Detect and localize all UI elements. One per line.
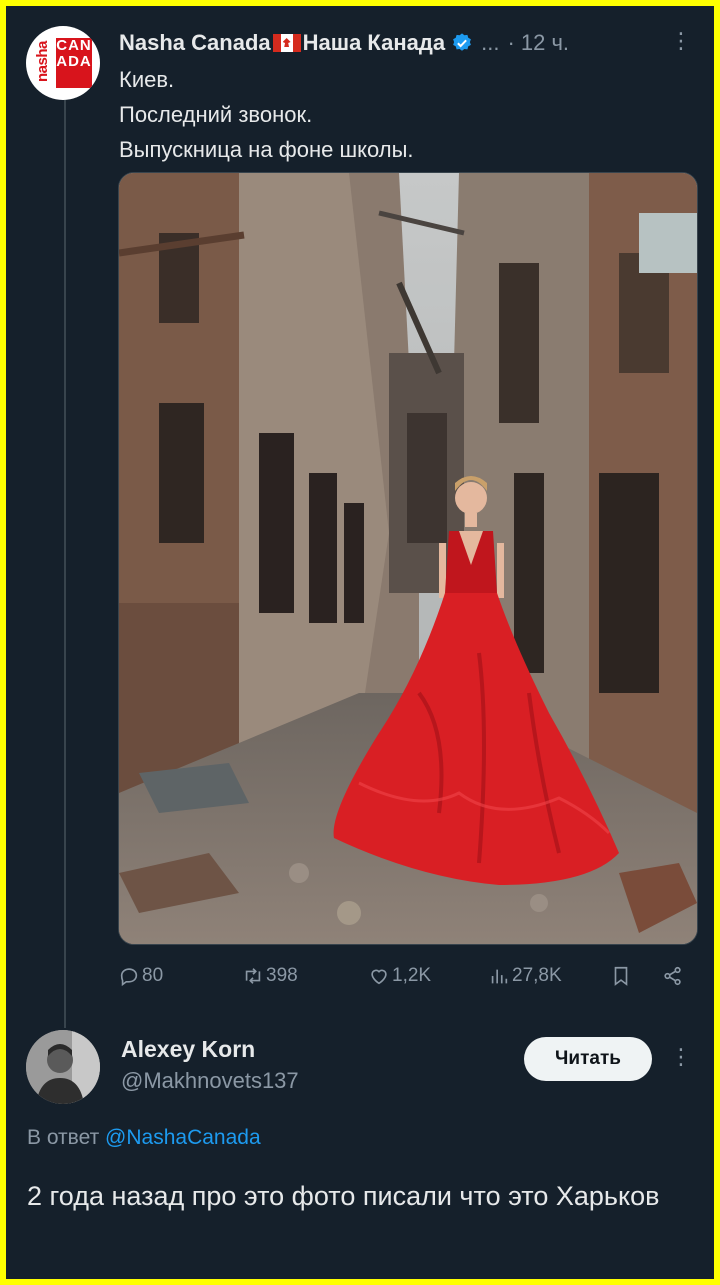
reply-author-handle[interactable]: @Makhnovets137	[121, 1068, 299, 1094]
bookmark-icon	[614, 966, 628, 986]
views-action[interactable]: 27,8K	[488, 961, 562, 991]
retweet-icon	[245, 968, 261, 984]
views-icon	[491, 969, 508, 984]
avatar-logo-text: CANADA	[56, 37, 92, 70]
replying-mention[interactable]: @NashaCanada	[105, 1126, 261, 1149]
share-action[interactable]	[662, 961, 686, 991]
reply-text: 2 года назад про это фото писали что это…	[27, 1181, 660, 1211]
author-avatar[interactable]: nasha CANADA	[26, 26, 100, 100]
more-icon[interactable]: ⋮	[666, 28, 696, 58]
replying-to: В ответ @NashaCanada	[27, 1126, 261, 1150]
like-action[interactable]: 1,2K	[368, 961, 431, 991]
tweet-text: Киев. Последний звонок. Выпускница на фо…	[119, 62, 414, 167]
reply-count: 80	[142, 965, 164, 986]
share-icon	[664, 966, 681, 986]
views-count: 27,8K	[512, 965, 562, 986]
tweet-time[interactable]: · 12 ч.	[507, 30, 569, 56]
canada-flag-icon	[272, 34, 301, 52]
more-icon[interactable]: ⋮	[666, 1044, 696, 1074]
tweet-line: Последний звонок.	[119, 102, 313, 127]
reply-icon	[120, 968, 138, 987]
tweet-photo[interactable]	[118, 172, 698, 945]
replying-prefix: В ответ	[27, 1126, 100, 1149]
author-name[interactable]: Nasha Canada	[119, 30, 271, 56]
thread-line	[64, 98, 66, 1028]
like-icon	[371, 969, 387, 985]
author-name-ru[interactable]: Наша Канада	[303, 30, 445, 56]
avatar-logo-side: nasha	[34, 41, 51, 82]
retweet-action[interactable]: 398	[242, 961, 298, 991]
follow-button[interactable]: Читать	[524, 1037, 652, 1081]
tweet-line: Киев.	[119, 67, 175, 92]
screenshot-frame: nasha CANADA Nasha Canada Наша Канада ..…	[6, 6, 714, 1279]
tweet-actions: 80 398 1,2K 27,8K	[118, 961, 696, 991]
reply-avatar-photo	[26, 1030, 100, 1104]
separator: ...	[481, 30, 500, 55]
reply-action[interactable]: 80	[118, 961, 163, 991]
verified-icon	[453, 33, 471, 51]
reply-avatar[interactable]	[26, 1030, 100, 1104]
tweet-header: Nasha Canada Наша Канада ... · 12 ч.	[119, 28, 569, 58]
photo-illustration	[119, 173, 697, 944]
tweet-line: Выпускница на фоне школы.	[119, 137, 414, 162]
retweet-count: 398	[266, 965, 298, 986]
like-count: 1,2K	[392, 965, 432, 986]
bookmark-action[interactable]	[610, 961, 634, 991]
reply-author-name[interactable]: Alexey Korn	[121, 1036, 255, 1063]
avatar-logo-grid: CANADA	[56, 38, 92, 88]
